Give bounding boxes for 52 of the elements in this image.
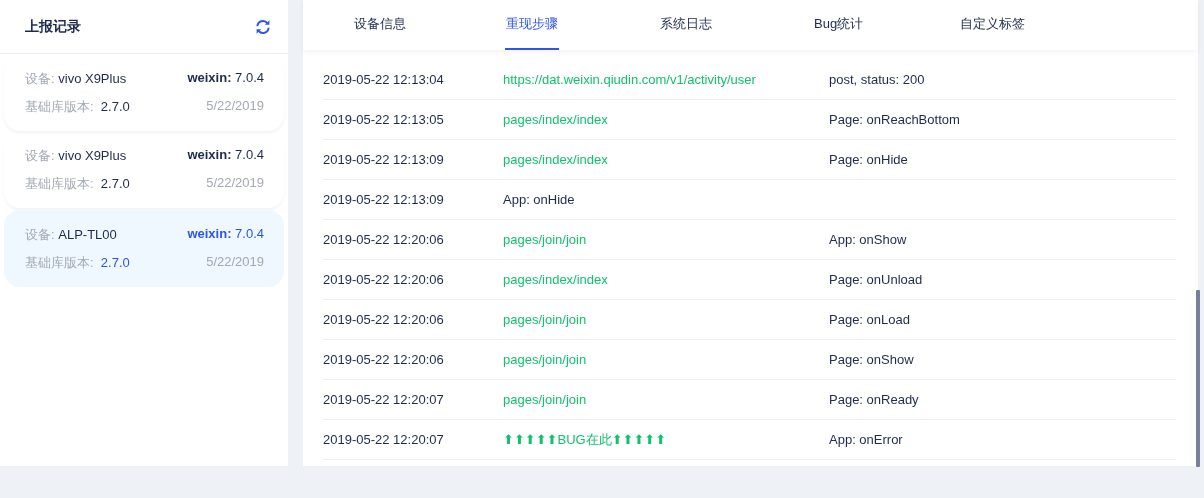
log-path: pages/join/join: [503, 312, 588, 327]
log-event: Page: onShow: [829, 352, 914, 367]
device-text: 设备: ALP-TL00: [25, 225, 117, 244]
timestamp: 2019-05-22 12:13:09: [323, 192, 445, 207]
log-path: pages/index/index: [503, 272, 609, 287]
scrollbar[interactable]: [1196, 290, 1200, 467]
timestamp: 2019-05-22 12:20:07: [323, 432, 445, 447]
log-event: App: onShow: [829, 232, 907, 247]
log-path: pages/join/join: [503, 392, 588, 407]
tab[interactable]: 系统日志: [659, 0, 713, 50]
log-path: pages/join/join: [503, 352, 588, 367]
timestamp: 2019-05-22 12:13:04: [323, 72, 445, 87]
timestamp: 2019-05-22 12:20:06: [323, 232, 445, 247]
log-event: post, status: 200: [829, 72, 925, 87]
report-date: 5/22/2019: [206, 174, 264, 192]
tab[interactable]: 设备信息: [353, 0, 407, 50]
tab[interactable]: 自定义标签: [959, 0, 1027, 50]
report-date: 5/22/2019: [206, 253, 264, 271]
client-version: weixin: 7.0.4: [187, 69, 264, 87]
log-path: pages/index/index: [503, 152, 609, 167]
refresh-icon[interactable]: [254, 17, 272, 36]
timestamp: 2019-05-22 12:20:06: [323, 272, 445, 287]
log-path: https://dat.weixin.qiudin.com/v1/activity/user: [503, 72, 757, 87]
client-version: weixin: 7.0.4: [187, 225, 264, 243]
log-path: pages/index/index: [503, 112, 609, 127]
log-event: App: onHide: [503, 192, 576, 207]
log-event: App: onError: [829, 432, 903, 447]
timestamp: 2019-05-22 12:13:09: [323, 152, 445, 167]
record-card[interactable]: 设备: vivo X9Plus weixin: 7.0.4 基础库版本: 2.7.0 5/22/2019: [4, 54, 284, 131]
sidebar-title: 上报记录: [25, 17, 81, 36]
record-card[interactable]: 设备: ALP-TL00 weixin: 7.0.4 基础库版本: 2.7.0 5/22/2019: [4, 210, 284, 287]
record-card[interactable]: 设备: vivo X9Plus weixin: 7.0.4 基础库版本: 2.7.0 5/22/2019: [4, 131, 284, 208]
bug-marker: ⬆⬆⬆⬆⬆BUG在此⬆⬆⬆⬆⬆: [503, 430, 668, 449]
log-path: pages/join/join: [503, 232, 588, 247]
log-event: Page: onUnload: [829, 272, 923, 287]
log-event: Page: onReady: [829, 392, 919, 407]
log-event: Page: onHide: [829, 152, 908, 167]
log-event: Page: onReachBottom: [829, 112, 960, 127]
report-date: 5/22/2019: [206, 97, 264, 115]
tab[interactable]: 重现步骤: [505, 0, 559, 50]
client-version: weixin: 7.0.4: [187, 146, 264, 164]
library-version: 基础库版本: 2.7.0: [25, 253, 130, 272]
timestamp: 2019-05-22 12:20:06: [323, 312, 445, 327]
library-version: 基础库版本: 2.7.0: [25, 174, 130, 193]
timestamp: 2019-05-22 12:20:07: [323, 392, 445, 407]
timestamp: 2019-05-22 12:20:06: [323, 352, 445, 367]
device-text: 设备: vivo X9Plus: [25, 146, 127, 165]
log-event: Page: onLoad: [829, 312, 910, 327]
timestamp: 2019-05-22 12:13:05: [323, 112, 445, 127]
tab[interactable]: Bug统计: [813, 0, 865, 50]
library-version: 基础库版本: 2.7.0: [25, 97, 130, 116]
device-text: 设备: vivo X9Plus: [25, 69, 127, 88]
